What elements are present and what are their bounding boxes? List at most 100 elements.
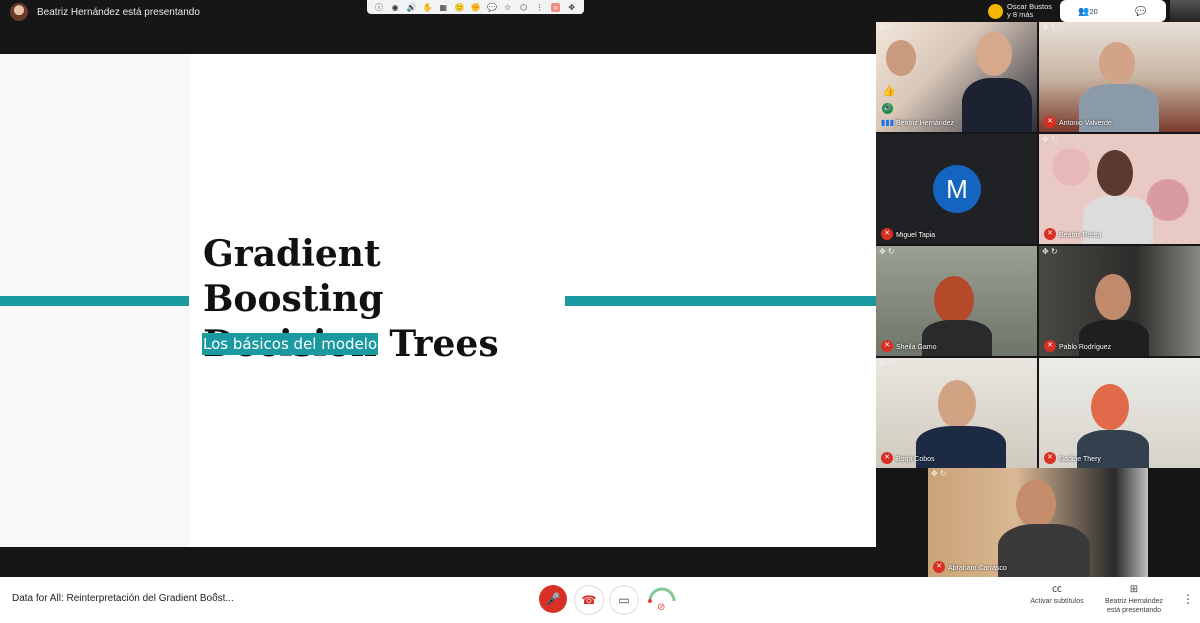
extension-toolbar: ⓘ ◉ 🔊 ✋ ▦ 🙂 ✊ 💬 ☆ ⬡ ⋮ » ✥ [367,0,584,14]
participant-name: Borja Cobos [896,456,935,463]
participant-grid: ✥ ↻ 👍 🔊 ▮▮▮ Beatriz Hernández ✥ ↻ ✕ Anto… [876,22,1200,577]
participant-tile[interactable]: ✥ ↻ 👍 🔊 ▮▮▮ Beatriz Hernández [876,22,1037,132]
mic-off-icon: ✕ [881,340,893,352]
participant-tile[interactable]: ✥ ↻ ✕ Nadine Thery [1039,358,1200,468]
camera-toggle-button[interactable]: ▭ [609,585,639,615]
self-view-thumbnail[interactable] [1170,0,1200,22]
tile-controls-icon[interactable]: ✥ ↻ [1042,135,1058,144]
slide-accent-bar-right [565,296,876,306]
emoji-icon[interactable]: 🙂 [455,3,465,12]
tile-controls-icon[interactable]: ✥ ↻ [1042,247,1058,256]
top-bar: Beatriz Hernández está presentando ✥ ↻ ⓘ… [0,0,1200,34]
chevron-up-icon[interactable]: ⌃ [211,592,219,603]
captions-button[interactable]: ㏄ Activar subtítulos [1028,585,1086,606]
participant-video [976,32,1012,76]
camera-status-indicator[interactable]: ⊘ [646,583,678,615]
participant-tile[interactable]: ✥ ↻ ✕ Borja Cobos [876,358,1037,468]
tile-controls-icon[interactable]: ✥ ↻ [879,359,895,368]
participants-summary-more: y 8 más [1006,10,1034,19]
participant-avatar [987,3,1003,19]
speaker-active-icon: 🔊 [882,103,893,114]
participant-name: Beatriz Perea [1059,232,1102,239]
grid-icon[interactable]: ▦ [439,3,448,12]
present-icon: ⊞ [1129,584,1139,595]
chat-icon: 💬 [1135,5,1147,16]
mic-off-icon: ✕ [881,228,893,240]
participant-video [962,78,1032,132]
captions-label: Activar subtítulos [1030,598,1084,605]
speaker-icon[interactable]: 🔊 [407,3,417,12]
participant-name: Antonio Valverde [1059,120,1112,127]
meeting-title[interactable]: Data for All: Reinterpretación del Gradi… [12,593,234,604]
participant-tile[interactable]: ✥ ↻ ✕ Sheila Gamo [876,246,1037,356]
chat-bubble-icon[interactable]: 💬 [487,3,497,12]
mic-off-icon: ✕ [1044,116,1056,128]
top-right-controls: Oscar Bustos y 8 más 👥 20 💬 [987,0,1200,22]
tile-controls-icon[interactable]: ✥ ↻ [879,23,895,32]
mic-off-icon: ✕ [933,561,945,573]
mic-off-icon: 🎤 [545,592,561,606]
participant-tile[interactable]: M ✕ Miguel Tapia [876,134,1037,244]
eye-icon[interactable]: ◉ [391,3,400,12]
more-options-icon[interactable]: ⋮ [1182,592,1194,606]
slide-subtitle: Los básicos del modelo [202,333,379,355]
presentation-area: Gradient Boosting Decision Trees Los bás… [0,24,876,577]
hand-icon[interactable]: ✋ [423,3,433,12]
participant-video [1091,384,1129,430]
bottom-bar: Data for All: Reinterpretación del Gradi… [0,577,1200,623]
participants-summary[interactable]: Oscar Bustos y 8 más [987,3,1052,19]
participant-video [886,40,916,76]
participant-name: Beatriz Hernández [896,120,954,127]
participant-tile[interactable]: ✥ ↻ ✕ Abraham Carrasco [928,468,1148,577]
participant-name: Pablo Rodríguez [1059,344,1112,351]
tile-controls-icon[interactable]: ✥ ↻ [1042,23,1058,32]
captions-icon: ㏄ [1052,584,1062,595]
chat-button[interactable]: 💬 [1116,0,1166,22]
svg-text:⊘: ⊘ [657,602,665,613]
tile-controls-icon[interactable]: ✥ ↻ [931,469,947,478]
leave-call-button[interactable]: ☎ [574,585,604,615]
tile-controls-icon[interactable]: ✥ ↻ [879,247,895,256]
thumbs-up-icon: 👍 [882,85,896,97]
info-icon[interactable]: ⓘ [375,3,384,12]
participant-video [998,524,1090,577]
star-icon[interactable]: ☆ [503,3,512,12]
fist-icon[interactable]: ✊ [471,3,481,12]
presenter-avatar [10,3,28,21]
slide-accent-bar-left [0,296,189,306]
people-count: 20 [1089,6,1098,16]
participant-name: Nadine Thery [1059,456,1101,463]
participant-name: Sheila Gamo [896,344,937,351]
mic-off-icon: ✕ [881,452,893,464]
presenter-indicator: Beatriz Hernández está presentando [10,3,200,21]
settings-icon[interactable]: ⬡ [519,3,528,12]
slide-title-line-1: Gradient Boosting [203,233,384,320]
participant-avatar: M [933,165,981,213]
people-button[interactable]: 👥 20 [1060,0,1116,22]
people-icon: 👥 [1078,5,1090,16]
presenting-label: Beatriz Hernández está presentando [37,6,200,18]
participant-video [934,276,974,324]
mic-off-icon: ✕ [1044,452,1056,464]
participant-video [1097,150,1133,196]
hang-up-icon: ☎ [581,593,597,607]
participant-name: Abraham Carrasco [948,565,1007,572]
presenting-button[interactable]: ⊞ Beatriz Hernández está presentando [1100,585,1168,615]
move-icon[interactable]: ✥ [567,3,576,12]
participant-name: Miguel Tapia [896,232,936,239]
camera-off-icon: ⊘ [648,587,676,613]
mic-toggle-button[interactable]: 🎤 [539,585,567,613]
tile-controls-icon[interactable]: ✥ ↻ [1042,359,1058,368]
mic-off-icon: ✕ [1044,228,1056,240]
participants-summary-text: Oscar Bustos y 8 más [1007,3,1052,19]
participant-video [1016,480,1056,528]
presented-slide: Gradient Boosting Decision Trees Los bás… [0,54,876,547]
forward-icon[interactable]: » [551,2,561,12]
presenting-label-1: Beatriz Hernández [1105,598,1163,605]
participant-tile[interactable]: ✥ ↻ ✕ Beatriz Perea [1039,134,1200,244]
mic-off-icon: ✕ [1044,340,1056,352]
participant-video [1095,274,1131,320]
participant-tile[interactable]: ✥ ↻ ✕ Antonio Valverde [1039,22,1200,132]
participant-tile[interactable]: ✥ ↻ ✕ Pablo Rodríguez [1039,246,1200,356]
more-icon[interactable]: ⋮ [535,3,544,12]
